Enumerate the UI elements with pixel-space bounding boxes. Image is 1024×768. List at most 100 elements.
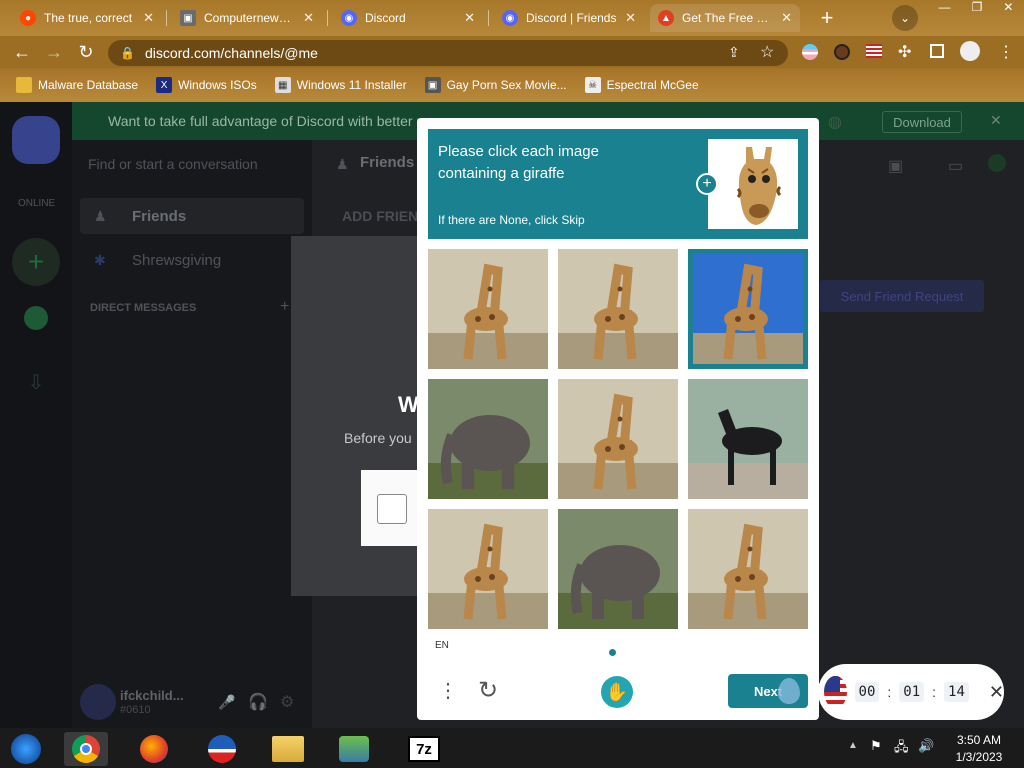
extension-avatar-icon[interactable]: [834, 44, 850, 60]
mute-icon[interactable]: 🎤: [218, 694, 235, 711]
system-clock[interactable]: 3:50 AM 1/3/2023: [946, 732, 1012, 766]
captcha-tile-giraffe[interactable]: [428, 509, 548, 629]
back-icon[interactable]: ←: [10, 40, 34, 64]
discord-icon: ◉: [502, 10, 518, 26]
taskbar-7zip[interactable]: 7z: [404, 732, 444, 766]
bookmark-windows-11-installer[interactable]: ▦ Windows 11 Installer: [274, 77, 407, 93]
settings-gear-icon[interactable]: ⚙: [280, 692, 294, 712]
add-server-icon[interactable]: +: [12, 238, 60, 286]
headphones-icon[interactable]: 🎧: [248, 692, 268, 712]
download-apps-icon[interactable]: ⇩: [24, 370, 48, 394]
inbox-icon[interactable]: ▭: [948, 156, 963, 176]
firefox-icon: [140, 735, 168, 763]
tab-get-the-free[interactable]: ▲ Get The Free and ✕: [650, 4, 800, 32]
window-controls: — ❐ ✕: [928, 0, 1024, 18]
tab-reddit[interactable]: ● The true, correct ✕: [12, 4, 162, 32]
discord-home-icon[interactable]: [12, 116, 60, 164]
captcha-tile-horse[interactable]: [688, 379, 808, 499]
address-bar[interactable]: 🔒 discord.com/channels/@me: [108, 40, 788, 66]
nav-friends[interactable]: [80, 198, 304, 234]
close-tab-icon[interactable]: ✕: [625, 10, 636, 26]
share-icon[interactable]: ⇪: [728, 44, 740, 61]
close-tab-icon[interactable]: ✕: [303, 10, 314, 26]
maximize-icon[interactable]: ❐: [972, 0, 983, 18]
extension-us-flag-icon[interactable]: [866, 44, 882, 58]
add-friend-tab[interactable]: ADD FRIEND: [342, 208, 428, 224]
close-window-icon[interactable]: ✕: [1003, 0, 1013, 18]
captcha-tile-elephant[interactable]: [558, 509, 678, 629]
folder-icon: [272, 736, 304, 762]
bookmark-gay-porn[interactable]: ▣ Gay Porn Sex Movie...: [424, 77, 567, 93]
close-tab-icon[interactable]: ✕: [143, 10, 154, 26]
forward-icon[interactable]: →: [42, 40, 66, 64]
extensions-puzzle-icon[interactable]: ✣: [898, 42, 911, 62]
show-hidden-icons[interactable]: ▲: [848, 740, 858, 751]
minimize-icon[interactable]: —: [939, 0, 951, 18]
taskbar-firefox[interactable]: [134, 732, 174, 766]
extension-flag-icon[interactable]: [802, 44, 818, 60]
banner-text: Want to take full advantage of Discord w…: [108, 113, 432, 129]
bookmark-windows-isos[interactable]: X Windows ISOs: [156, 77, 257, 93]
nav-shrewsgiving[interactable]: Shrewsgiving: [132, 252, 221, 269]
bookmark-label: Windows 11 Installer: [296, 78, 407, 92]
captcha-tile-giraffe[interactable]: [558, 379, 678, 499]
browser-menu-icon[interactable]: ⋮: [998, 42, 1014, 62]
tab-computernewb[interactable]: ▣ Computernewb's I ✕: [172, 4, 322, 32]
taskbar-explorer[interactable]: [268, 732, 308, 766]
tab-discord[interactable]: ◉ Discord ✕: [333, 4, 483, 32]
bookmark-label: Espectral McGee: [606, 78, 699, 92]
language-selector[interactable]: EN: [435, 640, 449, 651]
discord-icon: ◉: [341, 10, 357, 26]
taskbar-chrome[interactable]: [64, 732, 108, 766]
chrome-icon: [72, 735, 100, 763]
more-options-icon[interactable]: ⋮: [438, 678, 458, 703]
captcha-tile-giraffe[interactable]: [688, 249, 808, 369]
captcha-tile-giraffe[interactable]: [428, 249, 548, 369]
fire-icon: ▲: [658, 10, 674, 26]
close-timer-icon[interactable]: ✕: [989, 682, 1004, 703]
refresh-icon[interactable]: ↻: [478, 676, 498, 705]
new-tab-icon[interactable]: +: [814, 5, 840, 30]
close-banner-icon[interactable]: ✕: [990, 112, 1002, 129]
tab-discord-friends[interactable]: ◉ Discord | Friends ✕: [494, 4, 644, 32]
bookmark-label: Gay Porn Sex Movie...: [446, 78, 567, 92]
captcha-tile-giraffe[interactable]: [558, 249, 678, 369]
bookmark-label: Malware Database: [38, 78, 139, 92]
bookmark-label: Windows ISOs: [178, 78, 257, 92]
create-dm-icon[interactable]: +: [280, 298, 289, 316]
bookmark-malware-database[interactable]: Malware Database: [16, 77, 138, 93]
close-tab-icon[interactable]: ✕: [464, 10, 475, 26]
bookmark-espectral-mcgee[interactable]: ☠ Espectral McGee: [584, 77, 699, 93]
modal-subtitle: Before you: [344, 430, 412, 446]
avatar[interactable]: [80, 684, 116, 720]
download-button[interactable]: Download: [882, 111, 962, 133]
search-input[interactable]: Find or start a conversation: [88, 156, 258, 172]
zoom-plus-icon[interactable]: +: [696, 173, 718, 195]
help-icon[interactable]: [988, 154, 1006, 172]
bookmark-star-icon[interactable]: ☆: [760, 42, 774, 62]
explore-icon[interactable]: [24, 306, 48, 330]
timer-widget: 00 : 01 : 14 ✕: [818, 664, 1004, 720]
tab-separator: [327, 10, 328, 26]
reload-icon[interactable]: ↻: [74, 40, 98, 64]
tab-search-icon[interactable]: ⌄: [892, 5, 918, 31]
timer-seconds: 14: [944, 682, 969, 702]
taskbar-network-app[interactable]: [334, 732, 374, 766]
captcha-tile-giraffe[interactable]: [688, 509, 808, 629]
side-panel-icon[interactable]: [930, 44, 944, 58]
friends-icon: ♟: [94, 208, 107, 224]
captcha-checkbox[interactable]: [377, 494, 407, 524]
captcha-tile-elephant[interactable]: [428, 379, 548, 499]
captcha-prompt: Please click each image containing a gir…: [438, 143, 599, 182]
action-center-flag-icon[interactable]: ⚑: [870, 738, 882, 754]
profile-avatar-icon[interactable]: [960, 41, 980, 61]
new-group-dm-icon[interactable]: ▣: [888, 156, 903, 176]
network-icon[interactable]: 🖧: [894, 738, 909, 760]
lock-icon: 🔒: [120, 46, 135, 60]
close-tab-icon[interactable]: ✕: [781, 10, 792, 26]
send-friend-request-button[interactable]: Send Friend Request: [820, 280, 984, 312]
volume-icon[interactable]: 🔊: [918, 738, 934, 754]
skull-icon: ☠: [584, 77, 601, 93]
start-button[interactable]: [6, 732, 46, 766]
taskbar-obama[interactable]: [202, 732, 242, 766]
